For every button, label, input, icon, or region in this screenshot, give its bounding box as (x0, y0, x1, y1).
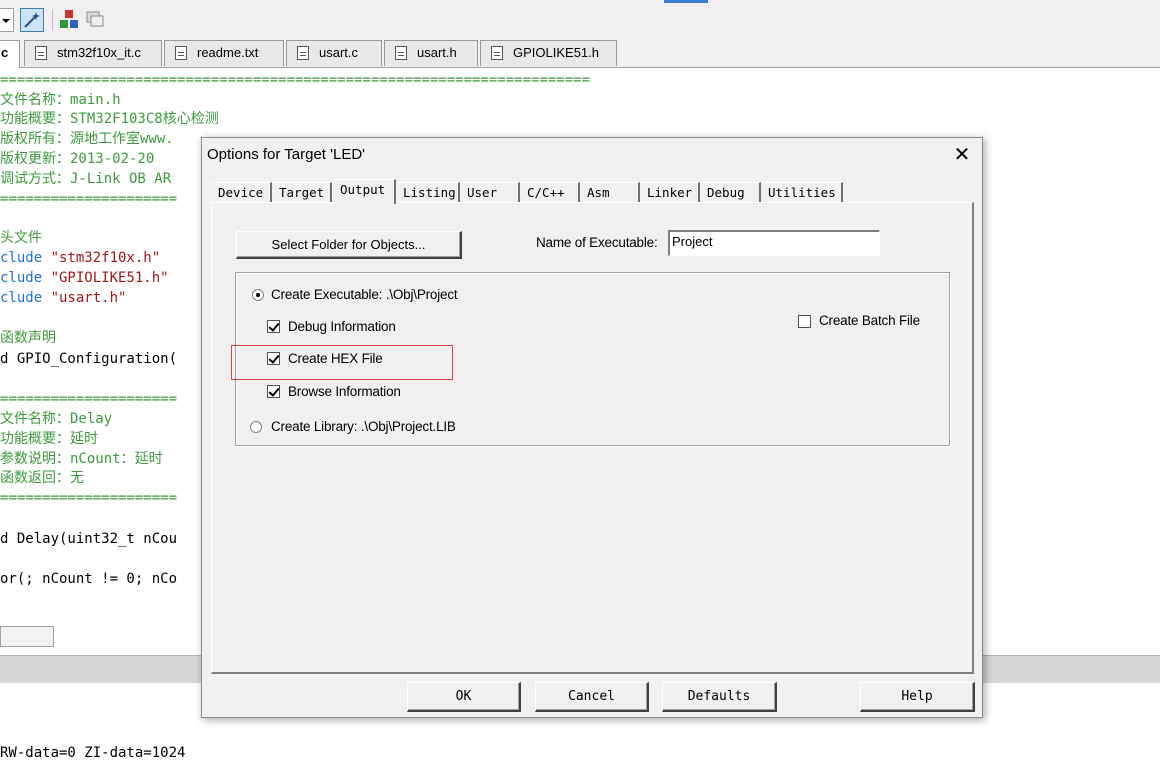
manage-components-icon[interactable] (58, 8, 82, 32)
code-line: 头文件 (0, 230, 42, 246)
tab-main-c[interactable]: c (0, 40, 20, 68)
dialog-title: Options for Target 'LED' (207, 146, 366, 163)
create-batch-label: Create Batch File (819, 313, 920, 328)
code-line: or(; nCount != 0; nCo (0, 571, 178, 587)
file-icon (297, 46, 309, 60)
executable-name-input[interactable]: Project (668, 230, 880, 256)
horizontal-scrollbar[interactable] (0, 626, 54, 647)
code-line: 功能概要：STM32F103C8核心检测 (0, 111, 219, 127)
toolbar-accent (664, 0, 708, 3)
tab-listing[interactable]: Listing (396, 182, 460, 203)
tab-asm[interactable]: Asm (580, 182, 640, 203)
code-line: 参数说明：nCount：延时 (0, 451, 163, 467)
build-output-line: RW-data=0 ZI-data=1024 (0, 745, 186, 761)
name-executable-label: Name of Executable: (536, 235, 658, 250)
tab-user[interactable]: User (460, 182, 520, 203)
code-line: clude "GPIOLIKE51.h" (0, 270, 169, 286)
tab-label: c (1, 45, 9, 60)
code-line: 调试方式：J-Link OB AR (0, 171, 172, 187)
tab-utilities[interactable]: Utilities (761, 182, 843, 203)
code-line: d GPIO_Configuration( (0, 351, 178, 367)
code-line: 文件名称：Delay (0, 411, 113, 427)
toolbar-dropdown[interactable] (0, 8, 14, 32)
create-batch-checkbox[interactable] (798, 315, 811, 328)
create-executable-label: Create Executable: .\Obj\Project (271, 287, 458, 302)
copy-window-icon[interactable] (84, 8, 108, 32)
code-line: ===================== (0, 490, 178, 506)
tab-label: usart.c (319, 45, 359, 60)
tab-target[interactable]: Target (272, 182, 332, 203)
tab-stm32f10x-it-c[interactable]: stm32f10x_it.c (24, 40, 162, 66)
toolbar-separator (52, 9, 53, 31)
debug-information-checkbox[interactable] (267, 320, 280, 333)
code-line: 功能概要：延时 (0, 431, 98, 447)
tab-gpiolike51-h[interactable]: GPIOLIKE51.h (480, 40, 617, 66)
code-line: ===================== (0, 391, 178, 407)
options-dialog: Options for Target 'LED' ✕ Device Target… (201, 137, 983, 718)
help-button[interactable]: Help (860, 682, 975, 712)
browse-information-checkbox[interactable] (267, 385, 280, 398)
close-icon[interactable]: ✕ (948, 142, 976, 168)
tab-label: readme.txt (197, 45, 259, 60)
code-line: d Delay(uint32_t nCou (0, 531, 178, 547)
file-icon (491, 46, 503, 60)
code-line: 文件名称：main.h (0, 92, 121, 108)
tab-readme-txt[interactable]: readme.txt (164, 40, 284, 66)
code-line: ========================================… (0, 72, 591, 88)
create-hex-label: Create HEX File (288, 351, 383, 366)
code-line: clude "usart.h" (0, 290, 127, 306)
tab-device[interactable]: Device (211, 182, 272, 203)
tab-c-cpp[interactable]: C/C++ (520, 182, 580, 203)
defaults-button[interactable]: Defaults (662, 682, 777, 712)
dialog-tabbar: Device Target Output Listing User C/C++ … (211, 179, 981, 204)
create-executable-radio[interactable] (252, 289, 264, 301)
cancel-button[interactable]: Cancel (535, 682, 649, 712)
create-library-radio[interactable] (250, 421, 262, 433)
code-line: clude "stm32f10x.h" (0, 250, 161, 266)
tab-usart-h[interactable]: usart.h (384, 40, 478, 66)
code-line: 版权更新：2013-02-20 (0, 151, 155, 167)
file-icon (395, 46, 407, 60)
tab-output[interactable]: Output (332, 179, 396, 204)
toolbar (0, 0, 1160, 38)
file-icon (35, 46, 47, 60)
code-line: 版权所有：源地工作室www. (0, 131, 174, 147)
select-folder-button[interactable]: Select Folder for Objects... (236, 231, 462, 259)
browse-information-label: Browse Information (288, 384, 401, 399)
magic-wand-icon[interactable] (20, 8, 44, 32)
tab-debug[interactable]: Debug (700, 182, 761, 203)
code-line: ===================== (0, 191, 178, 207)
create-hex-checkbox[interactable] (267, 352, 280, 365)
tab-usart-c[interactable]: usart.c (286, 40, 382, 66)
tab-label: stm32f10x_it.c (57, 45, 141, 60)
code-line: 函数返回：无 (0, 470, 84, 486)
tab-label: GPIOLIKE51.h (513, 45, 599, 60)
code-line: 函数声明 (0, 330, 56, 346)
tab-linker[interactable]: Linker (640, 182, 700, 203)
editor-tabbar: c stm32f10x_it.c readme.txt usart.c usar… (0, 38, 1160, 68)
create-library-label: Create Library: .\Obj\Project.LIB (271, 419, 456, 434)
ok-button[interactable]: OK (407, 682, 521, 712)
tab-label: usart.h (417, 45, 457, 60)
debug-information-label: Debug Information (288, 319, 396, 334)
file-icon (175, 46, 187, 60)
